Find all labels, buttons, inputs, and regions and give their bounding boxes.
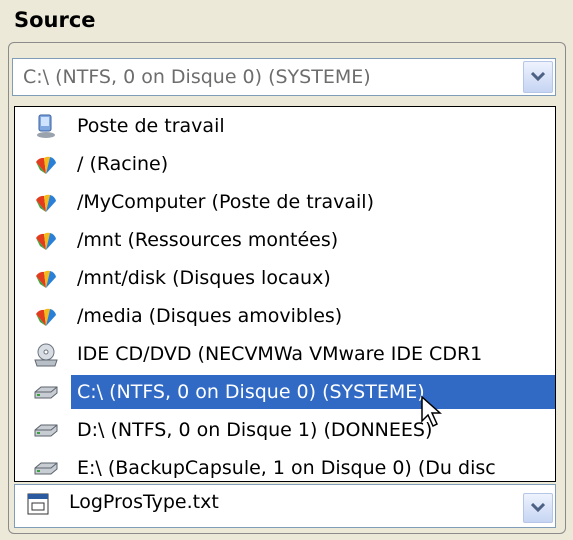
file-combo-value: LogProsType.txt xyxy=(69,491,219,513)
chevron-down-icon xyxy=(531,72,545,82)
list-item-label: /media (Disques amovibles) xyxy=(77,305,343,327)
list-item-label: E:\ (BackupCapsule, 1 on Disque 0) (Du d… xyxy=(77,457,496,479)
source-title: Source xyxy=(14,8,96,32)
hard-drive-icon xyxy=(34,386,58,399)
list-item[interactable]: E:\ (BackupCapsule, 1 on Disque 0) (Du d… xyxy=(15,449,555,481)
source-combo-value: C:\ (NTFS, 0 on Disque 0) (SYSTEME) xyxy=(23,66,371,88)
source-combo-button[interactable] xyxy=(523,61,553,93)
list-item[interactable]: /mnt (Ressources montées) xyxy=(15,221,555,259)
chevron-down-icon xyxy=(531,503,545,513)
list-item[interactable]: /media (Disques amovibles) xyxy=(15,297,555,335)
folder-fan-icon xyxy=(36,194,56,212)
list-item[interactable]: D:\ (NTFS, 0 on Disque 1) (DONNEES) xyxy=(15,411,555,449)
list-item-label: /mnt (Ressources montées) xyxy=(77,229,339,251)
list-item[interactable]: Poste de travail xyxy=(15,107,555,145)
list-item[interactable]: / (Racine) xyxy=(15,145,555,183)
text-file-icon xyxy=(27,493,49,515)
hard-drive-icon xyxy=(34,424,58,437)
list-item-label: /mnt/disk (Disques locaux) xyxy=(77,267,331,289)
list-item-label: IDE CD/DVD (NECVMWa VMware IDE CDR1 xyxy=(77,343,483,365)
list-item-label: / (Racine) xyxy=(77,153,169,175)
source-combo[interactable]: C:\ (NTFS, 0 on Disque 0) (SYSTEME) xyxy=(12,58,556,96)
computer-icon xyxy=(37,114,55,138)
folder-fan-icon xyxy=(36,232,56,250)
list-item[interactable]: /mnt/disk (Disques locaux) xyxy=(15,259,555,297)
list-item[interactable]: /MyComputer (Poste de travail) xyxy=(15,183,555,221)
folder-fan-icon xyxy=(36,308,56,326)
list-item-selected[interactable]: C:\ (NTFS, 0 on Disque 0) (SYSTEME) xyxy=(15,373,555,411)
list-item-label: D:\ (NTFS, 0 on Disque 1) (DONNEES) xyxy=(77,419,433,441)
file-combo-button[interactable] xyxy=(523,493,553,523)
folder-fan-icon xyxy=(36,156,56,174)
list-item-label: C:\ (NTFS, 0 on Disque 0) (SYSTEME) xyxy=(71,375,555,409)
list-item-label: /MyComputer (Poste de travail) xyxy=(77,191,374,213)
file-combo[interactable]: LogProsType.txt xyxy=(14,484,556,528)
mouse-cursor-icon xyxy=(421,395,442,428)
hard-drive-icon xyxy=(34,462,58,475)
source-dropdown-list[interactable]: Poste de travail / (Racine) /MyComputer … xyxy=(14,106,556,482)
cd-drive-icon xyxy=(34,343,58,367)
folder-fan-icon xyxy=(36,270,56,288)
list-item[interactable]: IDE CD/DVD (NECVMWa VMware IDE CDR1 xyxy=(15,335,555,373)
list-item-label: Poste de travail xyxy=(77,115,225,137)
